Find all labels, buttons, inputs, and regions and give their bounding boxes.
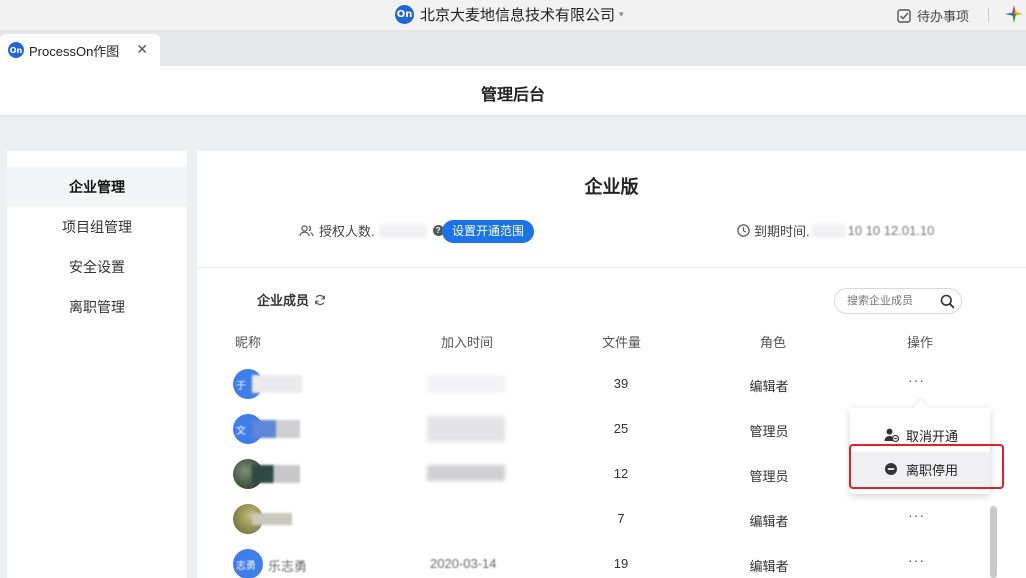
file-count: 7 (617, 511, 625, 526)
more-actions-icon[interactable]: ··· (908, 552, 925, 568)
table-row[interactable]: 于 39 编辑者 ··· (197, 362, 1026, 407)
expire-time: 到期时间. 10 10 12.01.10 (737, 221, 934, 240)
file-count: 25 (613, 421, 629, 436)
file-count: 39 (613, 376, 629, 391)
license-value-redacted (378, 223, 427, 238)
section-divider (197, 267, 1026, 268)
role: 编辑者 (749, 379, 789, 394)
role: 编辑者 (749, 559, 789, 574)
expire-value: 10 10 12.01.10 (847, 223, 935, 238)
license-count: 授权人数. ? (299, 221, 444, 240)
more-actions-icon[interactable]: ··· (908, 507, 925, 523)
sidebar-item-project-groups[interactable]: 项目组管理 (7, 207, 187, 247)
processon-logo-icon: On (8, 42, 24, 58)
sidebar-item-security[interactable]: 安全设置 (7, 247, 187, 287)
file-count: 12 (613, 466, 629, 481)
members-title-label: 企业成员 (257, 293, 310, 308)
sidebar-item-enterprise[interactable]: 企业管理 (7, 167, 187, 207)
search-input[interactable] (847, 295, 937, 307)
nickname: 乐志勇 (268, 559, 308, 574)
tab-strip: On ProcessOn作图 ✕ (0, 30, 1026, 66)
app-compass-icon[interactable] (1004, 4, 1024, 29)
checkbox-icon (897, 8, 911, 23)
search-icon[interactable] (940, 294, 955, 309)
sidebar: 企业管理 项目组管理 安全设置 离职管理 (7, 151, 187, 578)
users-icon (299, 224, 314, 236)
window-titlebar: On 北京大麦地信息技术有限公司 ▾ 待办事项 (0, 0, 1026, 30)
nickname-redacted (252, 465, 300, 483)
todo-button[interactable]: 待办事项 (897, 6, 969, 25)
chevron-down-icon: ▾ (619, 9, 624, 19)
main-panel: 企业版 授权人数. ? 设置开通范围 到期时间. 10 10 12.01.10 … (197, 151, 1026, 578)
sidebar-item-offboarding[interactable]: 离职管理 (7, 287, 187, 327)
join-time-redacted (427, 375, 505, 393)
company-name: 北京大麦地信息技术有限公司 (420, 7, 616, 24)
avatar: 志勇 (233, 549, 263, 578)
members-title: 企业成员 (257, 290, 326, 309)
page-title: 管理后台 (480, 87, 545, 104)
role: 编辑者 (749, 514, 789, 529)
highlight-annotation (849, 444, 1004, 489)
expire-date-redacted (811, 223, 846, 238)
column-header-actions: 操作 (907, 335, 934, 350)
column-header-files: 文件量 (602, 335, 642, 350)
scrollbar[interactable] (990, 506, 997, 578)
column-header-join-time: 加入时间 (441, 335, 494, 350)
nickname-redacted (252, 420, 300, 438)
more-actions-icon[interactable]: ··· (908, 372, 925, 388)
role: 管理员 (749, 424, 789, 439)
todo-label: 待办事项 (917, 9, 970, 24)
menu-item-label: 取消开通 (906, 428, 959, 444)
page-header: 管理后台 (0, 66, 1026, 116)
edition-title: 企业版 (584, 177, 639, 197)
table-row[interactable]: 7 编辑者 ··· (197, 497, 1026, 542)
nickname-redacted (252, 513, 292, 525)
tab-title: ProcessOn作图 (29, 43, 120, 59)
expire-label: 到期时间. (754, 224, 810, 239)
nickname-redacted (252, 375, 302, 393)
join-time-redacted (427, 416, 505, 442)
titlebar-divider (988, 8, 989, 22)
refresh-icon[interactable] (314, 294, 326, 306)
user-minus-icon (884, 428, 899, 442)
close-icon[interactable]: ✕ (136, 41, 148, 58)
member-search[interactable] (834, 288, 962, 314)
set-scope-button[interactable]: 设置开通范围 (442, 220, 535, 243)
table-row[interactable]: 志勇 乐志勇 2020-03-14 19 编辑者 ··· (197, 542, 1026, 578)
clock-icon (737, 224, 750, 237)
license-label: 授权人数. (319, 224, 375, 239)
column-header-role: 角色 (760, 335, 787, 350)
file-count: 19 (613, 556, 629, 571)
tab-processon[interactable]: On ProcessOn作图 ✕ (0, 34, 160, 66)
processon-logo-icon: On (395, 5, 414, 24)
column-header-nickname: 昵称 (235, 335, 262, 350)
join-time: 2020-03-14 (430, 556, 497, 571)
company-switcher[interactable]: On 北京大麦地信息技术有限公司 ▾ (395, 4, 624, 25)
role: 管理员 (749, 469, 789, 484)
join-time-redacted (427, 465, 505, 481)
